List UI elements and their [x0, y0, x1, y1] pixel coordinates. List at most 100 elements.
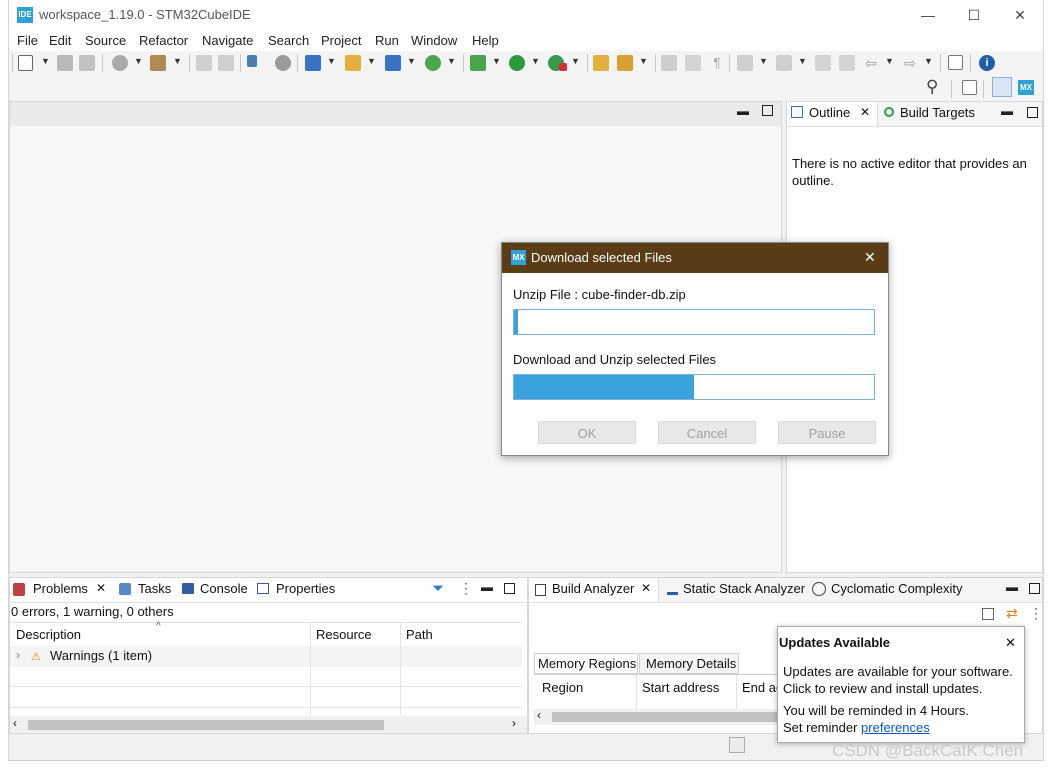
tab-outline[interactable]: Outline ✕	[787, 102, 878, 126]
menu-window[interactable]: Window	[411, 33, 457, 48]
minimize-icon[interactable]: ▬	[481, 580, 493, 594]
refresh-icon[interactable]: ⇄	[1006, 605, 1018, 622]
tab-build-targets[interactable]: Build Targets	[900, 105, 975, 120]
new-dropdown-icon[interactable]: ▼	[41, 56, 50, 66]
scrollbar-thumb[interactable]	[28, 720, 384, 730]
preferences-link[interactable]: preferences	[861, 720, 930, 735]
subtab-memory-details[interactable]: Memory Details	[639, 653, 739, 674]
new-file-icon[interactable]	[18, 55, 33, 71]
menu-help[interactable]: Help	[472, 33, 499, 48]
pin-icon[interactable]	[982, 608, 994, 620]
cfile-dropdown-icon[interactable]: ▼	[447, 56, 456, 66]
folder-dropdown-icon[interactable]: ▼	[367, 56, 376, 66]
last-edit-icon[interactable]	[815, 55, 831, 71]
build-hammer-icon[interactable]	[150, 55, 166, 71]
save-icon[interactable]	[57, 55, 73, 71]
tab-static-stack-analyzer[interactable]: Static Stack Analyzer	[683, 581, 805, 596]
cancel-button[interactable]: Cancel	[658, 421, 756, 444]
scroll-left-icon[interactable]: ‹	[537, 708, 541, 722]
close-icon[interactable]: ✕	[641, 581, 651, 595]
menu-file[interactable]: File	[17, 33, 38, 48]
updates-notification[interactable]: Updates Available ✕ Updates are availabl…	[777, 626, 1025, 743]
pin-editor-icon[interactable]	[948, 55, 963, 70]
prev-annotation-icon[interactable]	[776, 55, 792, 71]
scroll-right-icon[interactable]: ›	[512, 716, 516, 730]
forward-dropdown-icon[interactable]: ▼	[924, 56, 933, 66]
toggle-mark-icon[interactable]	[661, 55, 677, 71]
close-window-button[interactable]: ✕	[1002, 4, 1038, 26]
class-dropdown-icon[interactable]: ▼	[407, 56, 416, 66]
tab-properties[interactable]: Properties	[276, 581, 335, 596]
redo-edit-icon[interactable]	[218, 55, 234, 71]
column-resource[interactable]: Resource	[316, 627, 372, 642]
tab-build-analyzer[interactable]: Build Analyzer ✕	[529, 578, 659, 602]
mx-perspective-icon[interactable]: MX	[1018, 80, 1034, 95]
open-task-icon[interactable]	[617, 55, 633, 71]
prev-annotation-dropdown-icon[interactable]: ▼	[798, 56, 807, 66]
horizontal-scrollbar[interactable]: ‹ ›	[10, 716, 527, 733]
debug-dropdown-icon[interactable]: ▼	[492, 56, 501, 66]
scroll-left-icon[interactable]: ‹	[13, 716, 17, 730]
minimize-button[interactable]: —	[910, 4, 946, 26]
back-icon[interactable]: ⇦	[863, 55, 879, 71]
settings-gear-icon[interactable]	[275, 55, 291, 71]
info-icon[interactable]: i	[979, 55, 995, 71]
progress-indicator-icon[interactable]	[729, 737, 745, 753]
run-dropdown-icon[interactable]: ▼	[531, 56, 540, 66]
debug-pin-icon[interactable]	[247, 55, 257, 67]
maximize-icon[interactable]	[1027, 107, 1038, 118]
tab-tasks[interactable]: Tasks	[138, 581, 171, 596]
menu-navigate[interactable]: Navigate	[202, 33, 253, 48]
open-perspective-icon[interactable]	[962, 80, 977, 95]
next-annotation-dropdown-icon[interactable]: ▼	[759, 56, 768, 66]
view-menu-icon[interactable]: ⋮	[459, 580, 473, 597]
block-selection-icon[interactable]	[685, 55, 701, 71]
subtab-memory-regions[interactable]: Memory Regions	[534, 653, 638, 674]
tab-console[interactable]: Console	[200, 581, 248, 596]
table-row[interactable]: › ⚠ Warnings (1 item)	[10, 646, 522, 667]
target-dropdown-icon[interactable]: ▼	[134, 56, 143, 66]
new-cpp-project-icon[interactable]	[305, 55, 321, 71]
minimize-icon[interactable]: ▬	[1006, 580, 1018, 594]
forward-edit-icon[interactable]	[839, 55, 855, 71]
build-dropdown-icon[interactable]: ▼	[173, 56, 182, 66]
save-all-icon[interactable]	[79, 55, 95, 71]
filter-icon[interactable]: ⏷	[432, 580, 444, 597]
show-whitespace-icon[interactable]: ¶	[709, 55, 725, 71]
new-source-folder-icon[interactable]	[345, 55, 361, 71]
maximize-icon[interactable]	[1029, 583, 1040, 594]
open-type-icon[interactable]	[593, 55, 609, 71]
ok-button[interactable]: OK	[538, 421, 636, 444]
minimize-icon[interactable]: ▬	[1001, 104, 1013, 118]
back-dropdown-icon[interactable]: ▼	[885, 56, 894, 66]
dialog-close-button[interactable]: ✕	[864, 249, 876, 266]
column-description[interactable]: Description	[16, 627, 81, 642]
task-dropdown-icon[interactable]: ▼	[639, 56, 648, 66]
undo-edit-icon[interactable]	[196, 55, 212, 71]
new-class-icon[interactable]	[385, 55, 401, 71]
tab-cyclomatic-complexity[interactable]: Cyclomatic Complexity	[831, 581, 962, 596]
forward-icon[interactable]: ⇨	[902, 55, 918, 71]
maximize-icon[interactable]	[762, 105, 773, 116]
target-icon[interactable]	[112, 55, 128, 71]
horizontal-scrollbar[interactable]: ‹	[534, 708, 794, 725]
new-c-file-icon[interactable]	[425, 55, 441, 71]
debug-bug-icon[interactable]	[470, 55, 486, 71]
maximize-button[interactable]: ☐	[956, 4, 992, 26]
minimize-icon[interactable]: ▬	[737, 104, 749, 118]
maximize-icon[interactable]	[504, 583, 515, 594]
menu-source[interactable]: Source	[85, 33, 126, 48]
scrollbar-thumb[interactable]	[552, 712, 788, 722]
menu-project[interactable]: Project	[321, 33, 361, 48]
menu-edit[interactable]: Edit	[49, 33, 71, 48]
project-dropdown-icon[interactable]: ▼	[327, 56, 336, 66]
notification-close-button[interactable]: ✕	[1005, 635, 1016, 651]
expand-chevron-icon[interactable]: ›	[16, 648, 20, 662]
search-icon[interactable]: ⚲	[926, 77, 938, 97]
column-region[interactable]: Region	[542, 680, 583, 695]
pause-button[interactable]: Pause	[778, 421, 876, 444]
menu-run[interactable]: Run	[375, 33, 399, 48]
tab-problems[interactable]: Problems	[33, 581, 88, 596]
column-path[interactable]: Path	[406, 627, 433, 642]
column-start-address[interactable]: Start address	[642, 680, 719, 695]
